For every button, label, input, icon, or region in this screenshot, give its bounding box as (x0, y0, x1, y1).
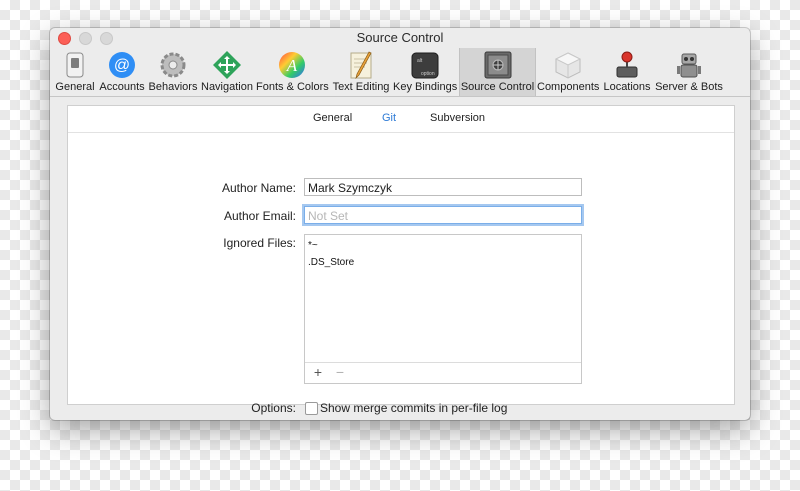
font-color-icon: A (279, 52, 305, 78)
svg-text:A: A (286, 56, 298, 75)
preferences-toolbar: General @ Accounts Behaviors Navigation … (50, 48, 750, 97)
toolbar-item-components[interactable]: Components (537, 48, 599, 96)
tab-general[interactable]: General (313, 112, 352, 124)
list-item[interactable]: .DS_Store (308, 257, 354, 268)
settings-panel: General Git Subversion Author Name: Mark… (67, 105, 735, 415)
merge-commits-checkbox[interactable] (305, 402, 318, 415)
window-controls (58, 32, 113, 45)
safe-icon (484, 51, 511, 79)
author-name-field[interactable]: Mark Szymczyk (304, 178, 582, 196)
box-icon (554, 52, 582, 79)
toolbar-label-components: Components (537, 81, 600, 93)
toolbar-item-locations[interactable]: Locations (601, 48, 653, 96)
add-button[interactable]: + (310, 364, 326, 380)
options-label: Options: (251, 401, 296, 415)
at-icon: @ (109, 52, 135, 78)
joystick-icon (616, 51, 638, 78)
arrows-icon (213, 51, 241, 79)
toolbar-label-behaviors: Behaviors (148, 81, 198, 93)
toolbar-item-server-bots[interactable]: Server & Bots (655, 48, 723, 96)
svg-text:option: option (421, 71, 435, 77)
toolbar-item-accounts[interactable]: @ Accounts (98, 48, 146, 96)
toolbar-item-navigation[interactable]: Navigation (200, 48, 254, 96)
tab-subversion[interactable]: Subversion (430, 112, 485, 124)
toolbar-item-source-control[interactable]: Source Control (459, 48, 536, 96)
toolbar-label-key-bindings: Key Bindings (393, 81, 458, 93)
gear-icon (160, 52, 186, 78)
author-email-field[interactable]: Not Set (304, 206, 582, 224)
preferences-window: Source Control General @ Accounts Behavi (50, 28, 750, 420)
toolbar-label-server-bots: Server & Bots (655, 81, 723, 93)
minimize-button[interactable] (79, 32, 92, 45)
title-bar[interactable]: Source Control (50, 28, 750, 48)
switch-icon (66, 52, 84, 78)
window-title: Source Control (356, 30, 444, 45)
keyboard-icon: alt option (411, 52, 439, 79)
tab-git[interactable]: Git (382, 112, 396, 124)
toolbar-label-text-editing: Text Editing (332, 81, 390, 93)
pencil-paper-icon (350, 51, 372, 80)
segmented-tabs: General Git Subversion (68, 106, 734, 133)
toolbar-label-locations: Locations (603, 81, 651, 93)
toolbar-item-fonts-colors[interactable]: A Fonts & Colors (256, 48, 329, 96)
toolbar-label-accounts: Accounts (99, 81, 145, 93)
zoom-button[interactable] (100, 32, 113, 45)
toolbar-label-fonts-colors: Fonts & Colors (256, 81, 329, 93)
toolbar-item-general[interactable]: General (54, 48, 96, 96)
toolbar-item-behaviors[interactable]: Behaviors (148, 48, 198, 96)
list-footer: + − (305, 362, 581, 383)
toolbar-item-key-bindings[interactable]: alt option Key Bindings (393, 48, 457, 96)
ignored-files-list[interactable]: *~ .DS_Store + − (304, 234, 582, 384)
remove-button[interactable]: − (332, 364, 348, 380)
ignored-files-label: Ignored Files: (223, 236, 296, 250)
svg-text:alt: alt (417, 58, 423, 64)
close-button[interactable] (58, 32, 71, 45)
toolbar-label-navigation: Navigation (201, 81, 253, 93)
robot-icon (677, 53, 701, 78)
author-email-label: Author Email: (223, 209, 296, 223)
toolbar-label-source-control: Source Control (460, 81, 535, 93)
merge-commits-label[interactable]: Show merge commits in per-file log (320, 401, 507, 415)
svg-text:@: @ (114, 57, 130, 74)
author-name-label: Author Name: (221, 181, 296, 195)
list-item[interactable]: *~ (308, 240, 318, 251)
toolbar-label-general: General (55, 81, 95, 93)
toolbar-item-text-editing[interactable]: Text Editing (331, 48, 391, 96)
